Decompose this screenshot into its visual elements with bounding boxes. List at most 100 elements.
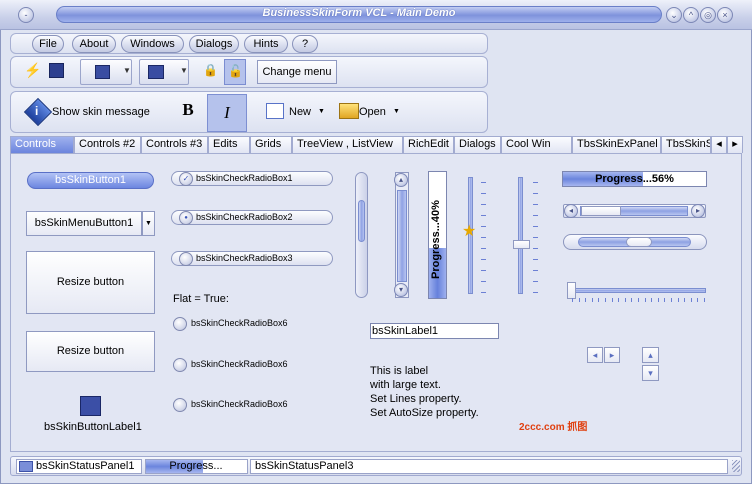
checkmark-icon: ✓ — [179, 172, 193, 186]
tab-controls-1[interactable]: Controls #1 — [10, 136, 74, 165]
tick-mark — [704, 298, 705, 302]
tick-mark — [481, 292, 486, 293]
system-menu-button[interactable]: - — [18, 7, 34, 23]
maximize-button[interactable]: ◎ — [700, 7, 716, 23]
scroll-left-icon[interactable]: ◂ — [564, 204, 578, 218]
italic-button[interactable]: I — [207, 94, 247, 132]
tick-mark — [598, 298, 600, 302]
trackbar-ticks-2 — [533, 182, 539, 293]
tick-mark — [533, 226, 538, 227]
tick-mark — [533, 270, 538, 271]
check-radio-box-1[interactable]: bsSkinCheckRadioBox1 — [171, 171, 333, 186]
tab-skin-s[interactable]: TbsSkinS — [661, 136, 711, 153]
tab-treeview-listview[interactable]: TreeView , ListView — [292, 136, 403, 153]
tick-mark — [533, 204, 538, 205]
menu-file[interactable]: File — [32, 35, 64, 53]
flat-label: Flat = True: — [173, 293, 229, 305]
status-panel-1: bsSkinStatusPanel1 — [16, 459, 142, 474]
tick-mark — [481, 226, 486, 227]
menu-hints[interactable]: Hints — [244, 35, 288, 53]
change-menu-button[interactable]: Change menu — [257, 60, 337, 84]
check-radio-box-6a[interactable]: bsSkinCheckRadioBox6 — [191, 318, 288, 328]
tick-mark — [481, 270, 486, 271]
skin-button-label[interactable]: bsSkinButtonLabel1 — [44, 421, 142, 433]
bold-button[interactable]: B — [176, 100, 200, 124]
tick-mark — [677, 298, 679, 302]
skin-button[interactable]: bsSkinButton1 — [27, 172, 154, 189]
scroll-right-icon[interactable]: ▸ — [691, 204, 705, 218]
tick-mark — [533, 281, 538, 282]
skin-menu-button[interactable]: bsSkinMenuButton1 — [26, 211, 142, 236]
trackbar-ticks-1 — [481, 182, 487, 293]
chevron-down-icon: ▼ — [180, 66, 188, 75]
open-button[interactable]: Open — [359, 106, 386, 118]
spin-right-icon[interactable]: ▸ — [604, 347, 620, 363]
size-grip-icon[interactable] — [732, 460, 740, 472]
tab-scroll-left-icon[interactable]: ◂ — [711, 136, 727, 153]
tab-scroll-right-icon[interactable]: ▸ — [727, 136, 743, 153]
scroll-up-icon[interactable]: ▴ — [394, 173, 408, 187]
check-radio-box-6c[interactable]: bsSkinCheckRadioBox6 — [191, 399, 288, 409]
vertical-trackbar-2[interactable] — [518, 177, 523, 294]
check-radio-box-3[interactable]: bsSkinCheckRadioBox3 — [171, 251, 333, 266]
scroll-track-fill[interactable] — [397, 190, 407, 282]
tab-edits[interactable]: Edits — [208, 136, 250, 153]
check-radio-box-6b[interactable]: bsSkinCheckRadioBox6 — [191, 359, 288, 369]
tick-mark — [697, 298, 699, 302]
lock-open-icon: 🔓 — [228, 64, 243, 78]
save-disk-icon[interactable] — [49, 63, 64, 78]
trackbar-thumb[interactable] — [567, 282, 576, 299]
tick-mark — [605, 298, 606, 302]
multiline-label: This is label with large text. Set Lines… — [370, 364, 479, 420]
menu-dialogs[interactable]: Dialogs — [189, 35, 239, 53]
menu-windows[interactable]: Windows — [121, 35, 184, 53]
tab-richedit[interactable]: RichEdit — [403, 136, 454, 153]
tick-mark — [638, 298, 639, 302]
check-radio-box-2[interactable]: bsSkinCheckRadioBox2 — [171, 210, 333, 225]
tick-mark — [481, 193, 486, 194]
spin-down-icon[interactable]: ▾ — [642, 365, 659, 381]
chevron-down-icon[interactable]: ▼ — [142, 211, 155, 236]
rollup-button[interactable]: ⌄ — [666, 7, 682, 23]
tab-controls-2[interactable]: Controls #2 — [74, 136, 141, 153]
horizontal-trackbar[interactable] — [570, 288, 706, 293]
menu-help[interactable]: ? — [292, 35, 318, 53]
radio-icon[interactable] — [173, 398, 187, 412]
tab-cool-win[interactable]: Cool Win 3.1 — [501, 136, 572, 165]
scroll-thumb[interactable] — [581, 206, 621, 216]
scroll-down-icon[interactable]: ▾ — [394, 283, 408, 297]
new-button[interactable]: New — [289, 106, 311, 118]
info-glyph: i — [35, 104, 39, 118]
show-skin-message-button[interactable]: Show skin message — [52, 106, 150, 118]
lock-icon[interactable]: 🔒 — [203, 63, 218, 78]
tick-mark — [533, 248, 538, 249]
menu-about[interactable]: About — [72, 35, 116, 53]
scroll-thumb[interactable] — [626, 237, 652, 247]
lightning-icon[interactable]: ⚡ — [24, 62, 41, 78]
tick-mark — [533, 237, 538, 238]
radio-icon[interactable] — [173, 358, 187, 372]
star-thumb-icon[interactable]: ★ — [462, 221, 476, 241]
resize-button-1[interactable]: Resize button — [26, 251, 155, 314]
scroll-thumb[interactable] — [358, 200, 365, 242]
minimize-button[interactable]: ^ — [683, 7, 699, 23]
radio-icon[interactable] — [173, 317, 187, 331]
trackbar-thumb[interactable] — [513, 240, 530, 249]
save-icon — [95, 65, 110, 79]
tick-mark — [481, 237, 486, 238]
tab-controls-3[interactable]: Controls #3 — [141, 136, 208, 153]
tab-grids[interactable]: Grids — [250, 136, 292, 153]
tick-mark — [664, 298, 666, 302]
tab-skin-ex-panel[interactable]: TbsSkinExPanel — [572, 136, 661, 153]
trackbar-ticks-3 — [572, 298, 706, 303]
spin-left-icon[interactable]: ◂ — [587, 347, 603, 363]
label-line: Set Lines property. — [370, 393, 462, 405]
floppy-disk-icon — [80, 396, 101, 416]
tick-mark — [585, 298, 587, 302]
resize-button-2[interactable]: Resize button — [26, 331, 155, 372]
close-button[interactable]: × — [717, 7, 733, 23]
window-title: BusinessSkinForm VCL - Main Demo — [262, 7, 456, 19]
tab-dialogs[interactable]: Dialogs — [454, 136, 501, 153]
tick-mark — [481, 248, 486, 249]
spin-up-icon[interactable]: ▴ — [642, 347, 659, 363]
